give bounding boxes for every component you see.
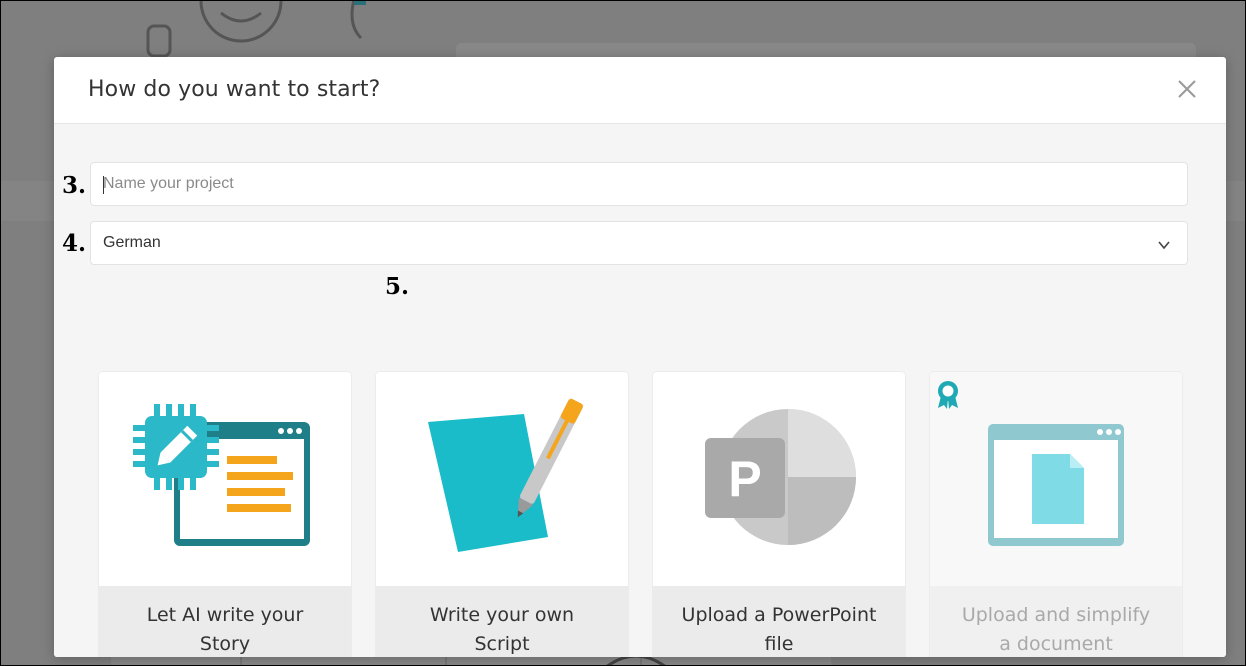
project-name-input[interactable] xyxy=(91,163,1187,205)
option-card-ai-story[interactable]: Let AI write your Story xyxy=(99,372,351,657)
option-card-powerpoint[interactable]: P Upload a PowerPoint file xyxy=(653,372,905,657)
start-dialog: How do you want to start? 3. 4. German 5… xyxy=(54,57,1226,657)
language-select[interactable]: German xyxy=(90,221,1188,265)
powerpoint-icon: P xyxy=(705,409,856,545)
premium-ribbon-icon xyxy=(938,381,958,409)
language-select-value: German xyxy=(103,234,161,251)
project-name-field[interactable] xyxy=(90,162,1188,206)
ai-chip-icon xyxy=(133,404,310,546)
document-window-icon xyxy=(988,424,1124,546)
dialog-body: 3. 4. German 5. xyxy=(54,124,1226,657)
option-label: Write your own Script xyxy=(376,586,628,657)
option-art xyxy=(930,372,1182,586)
dialog-title: How do you want to start? xyxy=(88,77,381,102)
option-art xyxy=(99,372,351,586)
step-3-annotation: 3. xyxy=(62,172,87,199)
screenshot-frame: How do you want to start? 3. 4. German 5… xyxy=(0,0,1246,666)
pen-paper-icon xyxy=(428,398,583,552)
option-card-own-script[interactable]: Write your own Script xyxy=(376,372,628,657)
option-art xyxy=(376,372,628,586)
option-art: P xyxy=(653,372,905,586)
text-cursor xyxy=(103,176,104,194)
option-card-simplify-document[interactable]: Upload and simplify a document xyxy=(930,372,1182,657)
option-label: Let AI write your Story xyxy=(99,586,351,657)
dialog-header: How do you want to start? xyxy=(54,57,1226,124)
close-icon[interactable] xyxy=(1174,76,1200,102)
chevron-down-icon xyxy=(1158,241,1170,250)
option-label: Upload a PowerPoint file xyxy=(653,586,905,657)
step-4-annotation: 4. xyxy=(62,230,87,257)
option-label: Upload and simplify a document xyxy=(930,586,1182,657)
svg-text:P: P xyxy=(728,451,761,507)
step-5-annotation: 5. xyxy=(385,273,410,300)
